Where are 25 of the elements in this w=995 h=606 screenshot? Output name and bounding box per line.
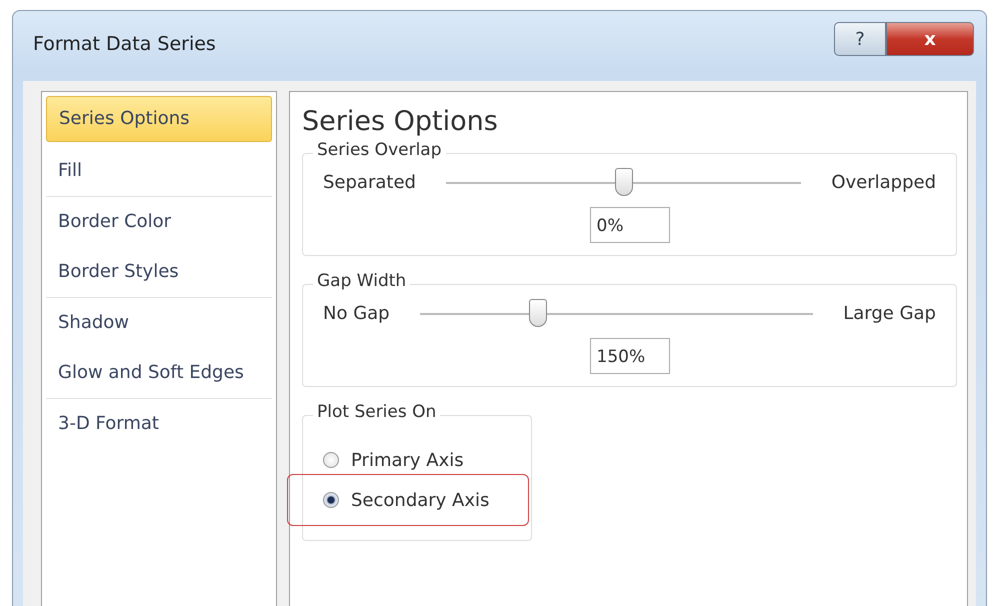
group-label: Series Overlap: [313, 140, 446, 160]
category-item[interactable]: Fill: [46, 146, 272, 196]
help-button[interactable]: ?: [834, 22, 886, 56]
value-field[interactable]: 0%: [590, 207, 670, 243]
category-item[interactable]: 3-D Format: [46, 399, 272, 449]
group-label: Gap Width: [313, 271, 410, 291]
category-item[interactable]: Border Color: [46, 197, 272, 247]
close-button[interactable]: x: [886, 22, 974, 56]
radio-button[interactable]: [323, 492, 339, 508]
radio-button[interactable]: [323, 452, 339, 468]
panel-heading: Series Options: [302, 106, 499, 137]
category-item[interactable]: Series Options: [46, 96, 272, 142]
value-field[interactable]: 150%: [590, 338, 670, 374]
radio-label[interactable]: Secondary Axis: [351, 490, 490, 510]
category-item[interactable]: Shadow: [46, 298, 272, 348]
category-item[interactable]: Border Styles: [46, 247, 272, 297]
slider-min-label: No Gap: [323, 303, 390, 324]
slider-thumb[interactable]: [528, 298, 547, 326]
radio-label[interactable]: Primary Axis: [351, 450, 464, 470]
slider-max-label: Large Gap: [843, 303, 936, 324]
window-title: Format Data Series: [33, 33, 216, 55]
slider-min-label: Separated: [323, 172, 416, 193]
category-item[interactable]: Glow and Soft Edges: [46, 348, 272, 398]
slider-max-label: Overlapped: [831, 172, 936, 193]
slider-thumb[interactable]: [614, 168, 633, 196]
